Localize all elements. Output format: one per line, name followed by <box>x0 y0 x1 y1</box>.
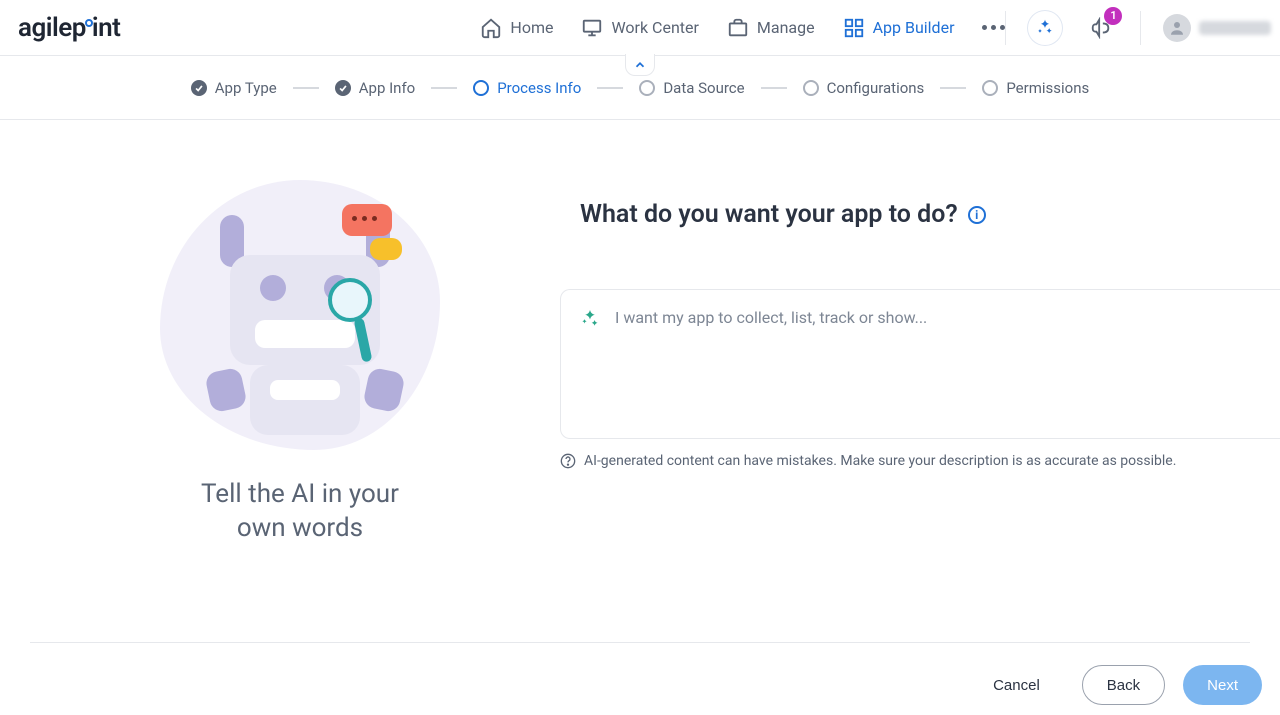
step-label: Process Info <box>497 79 581 97</box>
step-label: Data Source <box>663 79 744 97</box>
main-nav: Home Work Center Manage App Builder <box>480 17 1005 39</box>
step-data-source[interactable]: Data Source <box>639 79 744 97</box>
wizard-footer: Cancel Back Next <box>0 665 1280 705</box>
step-label: App Info <box>359 79 415 97</box>
ai-disclaimer: AI-generated content can have mistakes. … <box>560 453 1280 469</box>
check-icon <box>338 83 348 93</box>
speech-bubble-icon <box>370 238 402 260</box>
nav-manage-label: Manage <box>757 18 815 37</box>
form-heading: What do you want your app to do? i <box>580 200 1280 229</box>
step-label: Configurations <box>827 79 925 97</box>
step-permissions[interactable]: Permissions <box>982 79 1089 97</box>
nav-app-builder[interactable]: App Builder <box>843 17 955 39</box>
step-app-info[interactable]: App Info <box>335 79 415 97</box>
topbar-tools: 1 <box>1005 11 1271 45</box>
nav-manage[interactable]: Manage <box>727 17 815 39</box>
nav-home-label: Home <box>510 18 553 37</box>
step-separator <box>940 87 966 89</box>
check-icon <box>194 83 204 93</box>
caption-line: Tell the AI in your <box>201 479 399 509</box>
avatar-icon <box>1163 14 1191 42</box>
step-label: App Type <box>215 79 277 97</box>
help-icon <box>560 453 576 469</box>
main-content: Tell the AI in your own words What do yo… <box>0 120 1280 546</box>
info-icon[interactable]: i <box>968 206 986 224</box>
back-button[interactable]: Back <box>1082 665 1165 705</box>
home-icon <box>480 17 502 39</box>
sparkle-icon <box>1035 18 1055 38</box>
cancel-button[interactable]: Cancel <box>969 665 1064 705</box>
chevron-up-icon <box>633 58 647 72</box>
grid-icon <box>843 17 865 39</box>
illustration-panel: Tell the AI in your own words <box>0 180 560 546</box>
step-label: Permissions <box>1006 79 1089 97</box>
prompt-input-card <box>560 289 1280 439</box>
top-navbar: agilepint Home Work Center Manage App Bu… <box>0 0 1280 56</box>
ai-sparkle-icon <box>579 308 601 330</box>
form-panel: What do you want your app to do? i AI-ge… <box>560 180 1280 546</box>
speech-bubble-icon <box>342 204 392 236</box>
app-description-input[interactable] <box>615 308 1262 420</box>
logo-dot-icon <box>85 19 93 27</box>
nav-app-builder-label: App Builder <box>873 18 955 37</box>
ai-assistant-button[interactable] <box>1028 11 1062 45</box>
step-configurations[interactable]: Configurations <box>803 79 925 97</box>
notification-badge: 1 <box>1104 7 1122 25</box>
step-separator <box>293 87 319 89</box>
nav-work-center[interactable]: Work Center <box>581 17 698 39</box>
magnifier-icon <box>328 278 372 322</box>
nav-home[interactable]: Home <box>480 17 553 39</box>
disclaimer-text: AI-generated content can have mistakes. … <box>584 453 1176 469</box>
caption-line: own words <box>237 513 363 543</box>
step-app-type[interactable]: App Type <box>191 79 277 97</box>
step-process-info[interactable]: Process Info <box>473 79 581 97</box>
nav-more[interactable] <box>982 25 1005 30</box>
separator <box>1005 11 1006 45</box>
separator <box>1140 11 1141 45</box>
robot-illustration <box>160 180 440 450</box>
nav-work-center-label: Work Center <box>611 18 698 37</box>
briefcase-icon <box>727 17 749 39</box>
step-separator <box>597 87 623 89</box>
collapse-toggle[interactable] <box>625 54 655 76</box>
illustration-caption: Tell the AI in your own words <box>201 478 399 546</box>
heading-text: What do you want your app to do? <box>580 200 958 229</box>
footer-separator <box>30 642 1250 643</box>
brand-logo: agilepint <box>18 13 120 43</box>
notifications-button[interactable]: 1 <box>1084 11 1118 45</box>
step-separator <box>431 87 457 89</box>
username-redacted <box>1199 21 1271 35</box>
monitor-icon <box>581 17 603 39</box>
more-dots-icon <box>982 25 1005 30</box>
next-button[interactable]: Next <box>1183 665 1262 705</box>
step-separator <box>761 87 787 89</box>
user-menu[interactable] <box>1163 14 1271 42</box>
